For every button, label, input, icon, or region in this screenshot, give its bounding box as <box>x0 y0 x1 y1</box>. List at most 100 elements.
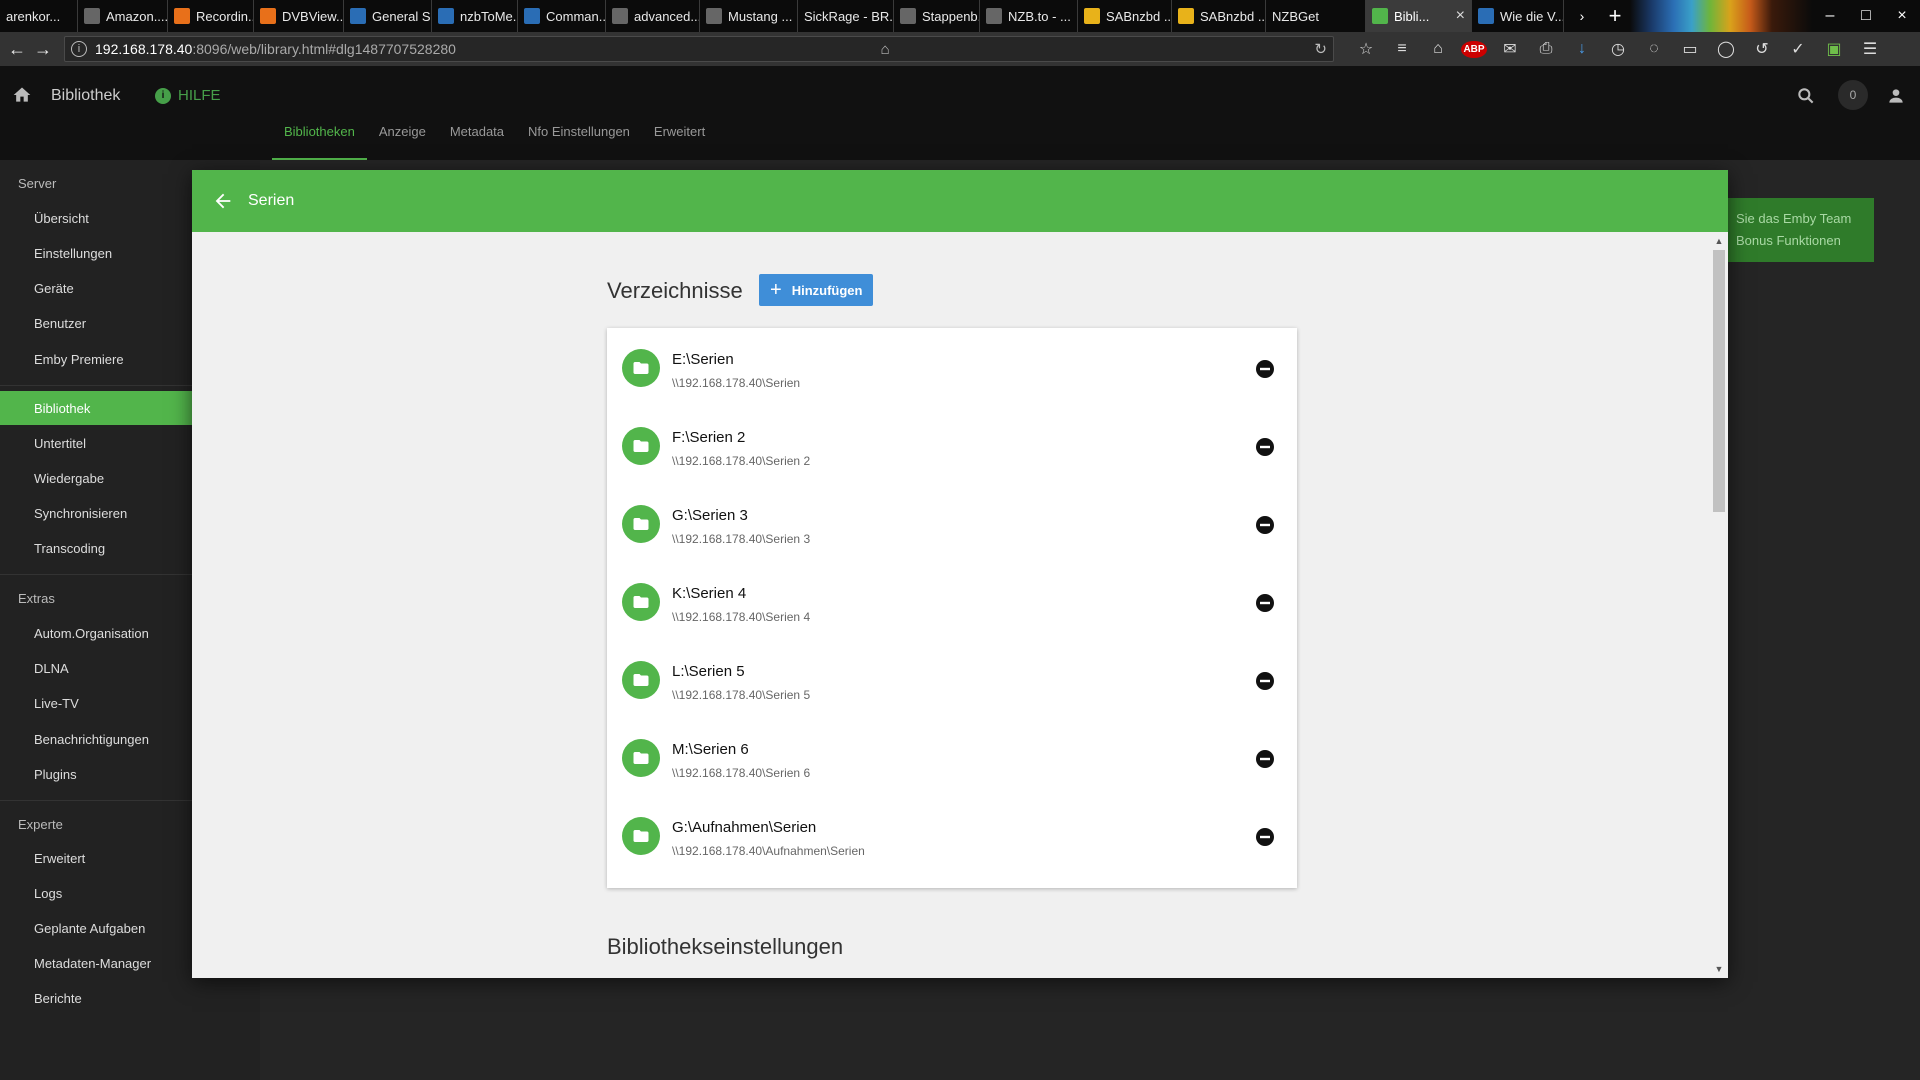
scroll-down-icon[interactable]: ▼ <box>1714 964 1724 974</box>
download-icon[interactable]: ↓ <box>1564 36 1600 62</box>
close-tab-icon[interactable]: × <box>1450 7 1465 25</box>
page-icon <box>612 8 628 24</box>
add-folder-label: Hinzufügen <box>791 282 863 298</box>
remove-folder-icon[interactable] <box>1255 749 1275 769</box>
site-info-icon[interactable]: i <box>71 41 87 57</box>
forum-icon <box>438 8 454 24</box>
extension-icon[interactable]: ◌ <box>1636 36 1672 62</box>
browser-tab[interactable]: NZB.to - ... <box>980 0 1078 32</box>
sabnzbd-icon <box>1084 8 1100 24</box>
premiere-promo[interactable]: Sie das Emby Team Bonus Funktionen <box>1728 198 1874 262</box>
refresh-addon-icon[interactable]: ↺ <box>1744 36 1780 62</box>
user-icon[interactable] <box>1886 86 1906 106</box>
plus-icon: + <box>770 279 782 301</box>
notification-count[interactable]: 0 <box>1838 80 1868 110</box>
remove-folder-icon[interactable] <box>1255 671 1275 691</box>
bookmark-star-icon[interactable]: ☆ <box>1348 36 1384 62</box>
reading-list-icon[interactable]: ≡ <box>1384 36 1420 62</box>
kodi-icon <box>524 8 540 24</box>
tab-nfo-einstellungen[interactable]: Nfo Einstellungen <box>516 124 642 160</box>
browser-tab[interactable]: advanced... <box>606 0 700 32</box>
reload-icon[interactable]: ↻ <box>1304 40 1327 58</box>
remove-folder-icon[interactable] <box>1255 515 1275 535</box>
address-bar[interactable]: i 192.168.178.40:8096/web/library.html#d… <box>64 36 1334 62</box>
remove-folder-icon[interactable] <box>1255 437 1275 457</box>
browser-tab[interactable]: DVBView... <box>254 0 344 32</box>
add-folder-button[interactable]: + Hinzufügen <box>759 274 873 306</box>
home-icon[interactable] <box>12 85 32 105</box>
folder-row[interactable]: K:\Serien 4 \\192.168.178.40\Serien 4 <box>607 568 1297 646</box>
close-window-icon[interactable]: × <box>1884 0 1920 32</box>
browser-tab[interactable]: Amazon.... <box>78 0 168 32</box>
dialog-header: Serien <box>192 170 1728 232</box>
folder-row[interactable]: F:\Serien 2 \\192.168.178.40\Serien 2 <box>607 412 1297 490</box>
browser-tab[interactable]: NZBGet <box>1266 0 1366 32</box>
forum-icon <box>1478 8 1494 24</box>
mail-icon[interactable]: ✉ <box>1492 36 1528 62</box>
remove-folder-icon[interactable] <box>1255 593 1275 613</box>
folder-list: E:\Serien \\192.168.178.40\Serien F:\Serie… <box>607 328 1297 888</box>
search-icon[interactable] <box>1796 86 1816 106</box>
scrollbar-thumb[interactable] <box>1713 250 1725 512</box>
library-dialog: Serien Verzeichnisse + Hinzufügen E:\Ser… <box>192 170 1728 978</box>
folder-network-path: \\192.168.178.40\Serien 2 <box>672 454 811 468</box>
remove-folder-icon[interactable] <box>1255 827 1275 847</box>
folder-row[interactable]: E:\Serien \\192.168.178.40\Serien <box>607 334 1297 412</box>
browser-tab[interactable]: General S... <box>344 0 432 32</box>
cast-icon[interactable]: ▭ <box>1672 36 1708 62</box>
folder-network-path: \\192.168.178.40\Serien 5 <box>672 688 811 702</box>
menu-icon[interactable]: ☰ <box>1852 36 1888 62</box>
dialog-scrollbar[interactable]: ▲ ▼ <box>1710 232 1728 978</box>
browser-tab[interactable]: arenkor... <box>0 0 78 32</box>
minimize-icon[interactable]: – <box>1812 0 1848 32</box>
folder-row[interactable]: L:\Serien 5 \\192.168.178.40\Serien 5 <box>607 646 1297 724</box>
print-icon[interactable]: ⎙ <box>1528 36 1564 62</box>
help-button[interactable]: i HILFE <box>155 87 221 104</box>
folder-row[interactable]: G:\Aufnahmen\Serien \\192.168.178.40\Aufn… <box>607 802 1297 880</box>
browser-tab[interactable]: SABnzbd ... <box>1078 0 1172 32</box>
browser-tab[interactable]: Recordin... <box>168 0 254 32</box>
browser-tab[interactable]: Stappenb... <box>894 0 980 32</box>
page-icon <box>900 8 916 24</box>
folder-row[interactable]: G:\Serien 3 \\192.168.178.40\Serien 3 <box>607 490 1297 568</box>
checker-icon <box>706 8 722 24</box>
chat-icon[interactable]: ◯ <box>1708 36 1744 62</box>
sidebar-item-berichte[interactable]: Berichte <box>0 983 260 1013</box>
adblock-icon[interactable]: ABP <box>1456 36 1492 62</box>
browser-tab[interactable]: SABnzbd ... <box>1172 0 1266 32</box>
folder-icon <box>622 583 660 621</box>
back-arrow-icon[interactable] <box>212 190 234 212</box>
maximize-icon[interactable]: □ <box>1848 0 1884 32</box>
browser-tab[interactable]: Bibli... × <box>1366 0 1472 32</box>
browser-tab-label: Recordin... <box>196 8 254 24</box>
browser-tab-label: NZB.to - ... <box>1008 8 1071 24</box>
folder-icon <box>622 817 660 855</box>
browser-tab[interactable]: SickRage - BR... <box>798 0 894 32</box>
home-icon[interactable]: ⌂ <box>1420 36 1456 62</box>
browser-tab[interactable]: Comman... <box>518 0 606 32</box>
tab-erweitert[interactable]: Erweitert <box>642 124 717 160</box>
browser-tab-label: Stappenb... <box>922 8 979 24</box>
browser-tab[interactable]: Mustang ... <box>700 0 798 32</box>
home-button-icon[interactable]: ⌂ <box>871 41 890 58</box>
browser-tab[interactable]: Wie die V... <box>1472 0 1564 32</box>
folder-row[interactable]: M:\Serien 6 \\192.168.178.40\Serien 6 <box>607 724 1297 802</box>
emby-icon <box>1372 8 1388 24</box>
new-tab-icon[interactable]: + <box>1600 0 1630 32</box>
addon-icon[interactable]: ▣ <box>1816 36 1852 62</box>
sidebar-heading-experte: Experte <box>18 816 63 832</box>
translate-icon[interactable]: ✓ <box>1780 36 1816 62</box>
scroll-up-icon[interactable]: ▲ <box>1714 236 1724 246</box>
tab-bibliotheken[interactable]: Bibliotheken <box>272 124 367 160</box>
tab-anzeige[interactable]: Anzeige <box>367 124 438 160</box>
browser-tab[interactable]: nzbToMe... <box>432 0 518 32</box>
browser-tab-label: Comman... <box>546 8 606 24</box>
back-icon[interactable]: ← <box>6 37 28 61</box>
history-icon[interactable]: ◷ <box>1600 36 1636 62</box>
tab-metadata[interactable]: Metadata <box>438 124 516 160</box>
forward-icon[interactable]: → <box>32 37 54 61</box>
library-settings-heading: Bibliothekseinstellungen <box>607 934 844 959</box>
tab-scroll-icon[interactable]: › <box>1564 0 1600 32</box>
remove-folder-icon[interactable] <box>1255 359 1275 379</box>
browser-tab-label: NZBGet <box>1272 8 1319 24</box>
